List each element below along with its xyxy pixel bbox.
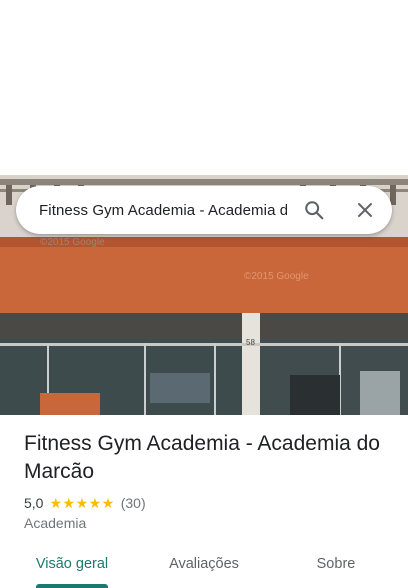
rating-row[interactable]: 5,0 ★★★★★ (30) xyxy=(24,494,146,512)
active-tab-indicator xyxy=(36,584,108,588)
close-icon xyxy=(358,203,372,217)
tab-overview[interactable]: Visão geral xyxy=(24,544,120,584)
place-title: Fitness Gym Academia - Academia do Marcã… xyxy=(24,432,380,483)
tab-bar: Visão geral Avaliações Sobre xyxy=(0,544,408,588)
tab-reviews[interactable]: Avaliações xyxy=(154,544,254,584)
street-number: 58 xyxy=(246,338,255,347)
rating-value: 5,0 xyxy=(24,495,44,511)
search-input[interactable]: Fitness Gym Academia - Academia do Marcã… xyxy=(39,202,287,219)
photo-watermark: ©2015 Google xyxy=(244,271,309,282)
close-button[interactable] xyxy=(341,186,389,234)
place-category[interactable]: Academia xyxy=(24,515,86,531)
rating-stars-icon: ★★★★★ xyxy=(49,494,115,511)
search-button[interactable] xyxy=(290,186,338,234)
tab-about[interactable]: Sobre xyxy=(296,544,376,584)
search-icon xyxy=(305,201,324,220)
search-bar[interactable]: Fitness Gym Academia - Academia do Marcã… xyxy=(16,186,392,234)
review-count[interactable]: (30) xyxy=(121,495,146,511)
photo-watermark-top: ©2015 Google xyxy=(40,237,105,248)
